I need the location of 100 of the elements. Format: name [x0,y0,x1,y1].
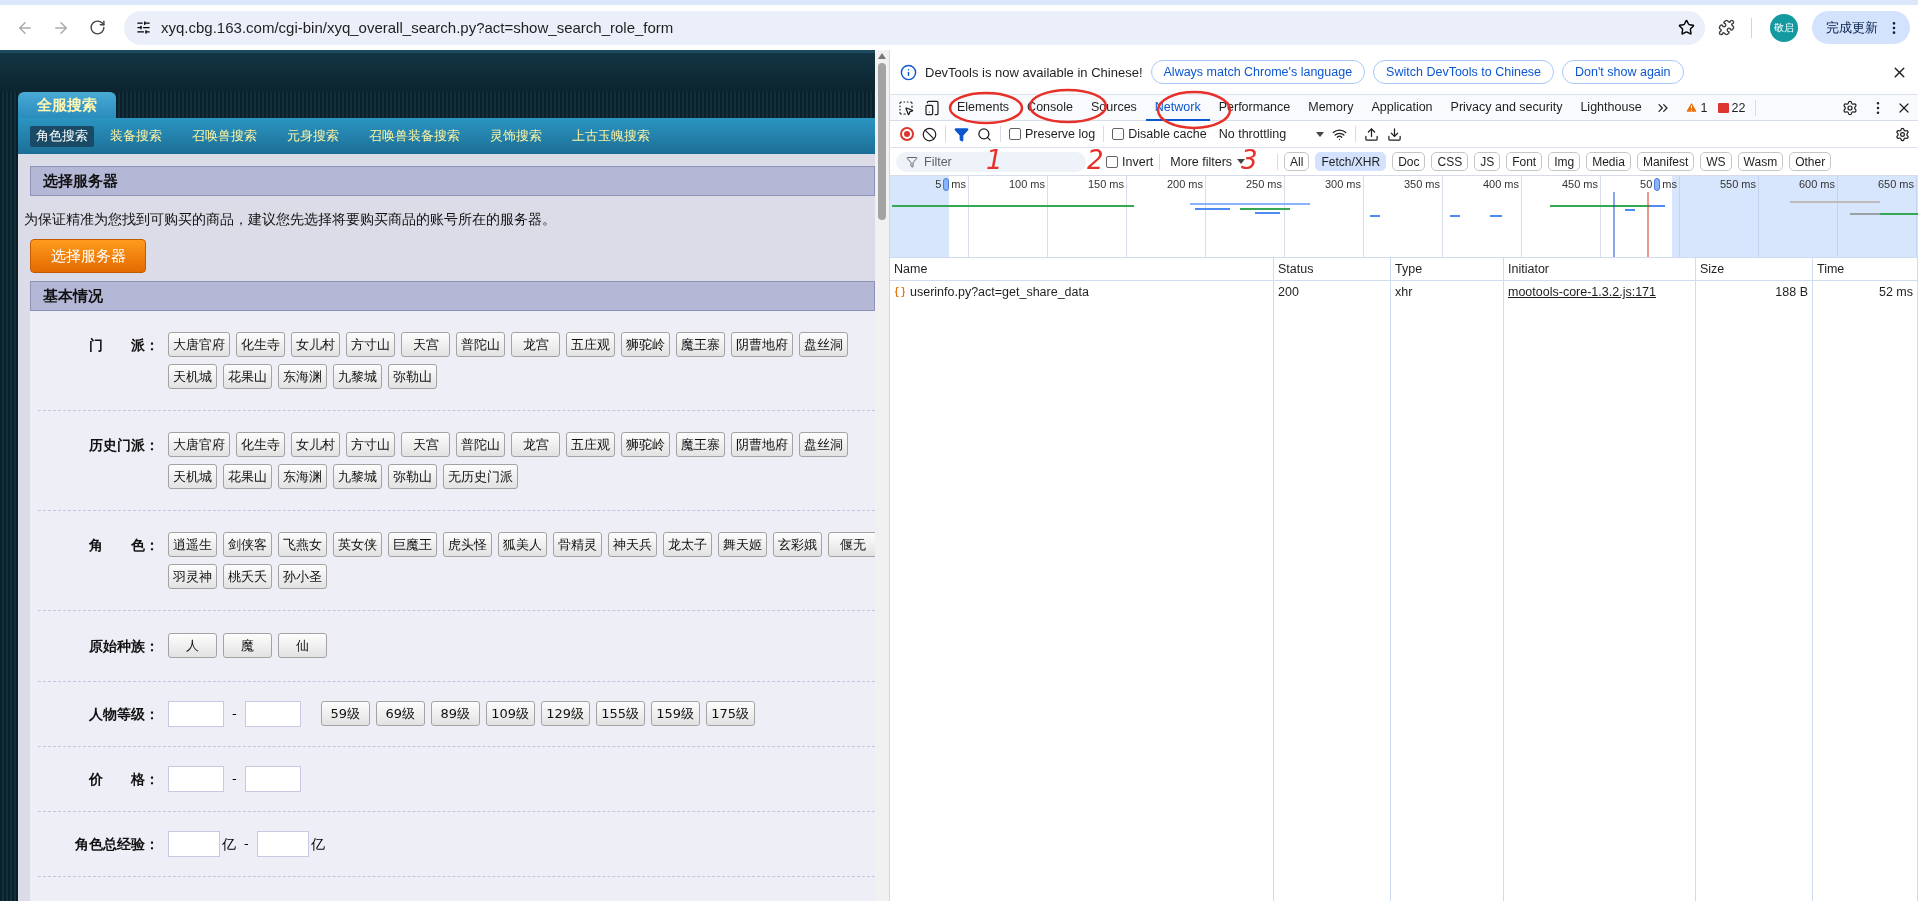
infobar-button[interactable]: Always match Chrome's language [1150,60,1366,84]
option-button[interactable]: 魔王寨 [676,332,725,357]
panel-tab[interactable]: Application [1362,94,1442,121]
option-button[interactable]: 龙宫 [511,432,560,457]
option-button[interactable]: 五庄观 [566,332,615,357]
option-button[interactable]: 孙小圣 [278,564,327,589]
option-button[interactable]: 大唐官府 [168,332,230,357]
type-filter-chip[interactable]: Wasm [1737,152,1784,171]
option-button[interactable]: 普陀山 [456,332,505,357]
input-field[interactable] [244,701,301,727]
level-button[interactable]: 175级 [705,701,755,726]
option-button[interactable]: 天宫 [401,432,450,457]
option-button[interactable]: 仙 [278,633,327,658]
option-button[interactable]: 阴曹地府 [731,432,793,457]
search-tab[interactable]: 上古玉魄搜索 [566,125,656,147]
inspect-icon[interactable] [898,99,914,116]
invert-checkbox[interactable]: Invert [1106,154,1154,169]
type-filter-chip[interactable]: All [1284,152,1310,171]
option-button[interactable]: 骨精灵 [553,532,602,557]
type-filter-chip[interactable]: Media [1586,152,1631,171]
option-button[interactable]: 剑侠客 [223,532,272,557]
panel-tab[interactable]: Elements [948,94,1019,121]
option-button[interactable]: 化生寺 [236,432,285,457]
option-button[interactable]: 魔 [223,633,272,658]
option-button[interactable]: 花果山 [223,464,272,489]
input-field[interactable] [168,701,224,727]
option-button[interactable]: 魔王寨 [676,432,725,457]
option-button[interactable]: 方寸山 [346,332,395,357]
option-button[interactable]: 五庄观 [566,432,615,457]
panel-tab[interactable]: Lighthouse [1571,94,1651,121]
option-button[interactable]: 人 [168,633,217,658]
option-button[interactable]: 普陀山 [456,432,505,457]
device-toolbar-icon[interactable] [924,99,940,116]
option-button[interactable]: 大唐官府 [168,432,230,457]
panel-tab[interactable]: Privacy and security [1441,94,1572,121]
type-filter-chip[interactable]: Other [1789,152,1832,171]
input-field[interactable] [244,766,301,792]
panel-tab[interactable]: Memory [1299,94,1363,121]
preserve-log-checkbox[interactable]: Preserve log [1009,127,1096,141]
option-button[interactable]: 狐美人 [498,532,547,557]
option-button[interactable]: 无历史门派 [443,464,518,489]
level-button[interactable]: 155级 [595,701,645,726]
column-header[interactable]: Type [1391,258,1504,281]
search-tab[interactable]: 角色搜索 [30,125,94,147]
option-button[interactable]: 盘丝洞 [799,432,848,457]
type-filter-chip[interactable]: JS [1474,152,1501,171]
option-button[interactable]: 狮驼岭 [621,332,670,357]
infobar-button[interactable]: Don't show again [1562,60,1684,84]
clear-icon[interactable] [922,126,937,142]
option-button[interactable]: 九黎城 [333,364,382,389]
input-field[interactable] [168,831,220,857]
disable-cache-checkbox[interactable]: Disable cache [1112,127,1207,141]
search-tab[interactable]: 召唤兽装备搜索 [363,125,466,147]
column-header[interactable]: Time [1813,258,1918,281]
option-button[interactable]: 龙宫 [511,332,560,357]
option-button[interactable]: 偃无 [828,532,875,557]
range-handle[interactable] [943,177,950,191]
type-filter-chip[interactable]: CSS [1431,152,1469,171]
error-icon[interactable] [1717,102,1729,113]
option-button[interactable]: 飞燕女 [278,532,327,557]
option-button[interactable]: 东海渊 [278,464,327,489]
column-header[interactable]: Name [890,258,1274,281]
search-tab[interactable]: 召唤兽搜索 [186,125,263,147]
search-tab[interactable]: 灵饰搜索 [484,125,548,147]
filter-icon[interactable] [954,126,969,142]
option-button[interactable]: 方寸山 [346,432,395,457]
throttling-dropdown[interactable]: No throttling [1218,127,1325,141]
option-button[interactable]: 英女侠 [333,532,382,557]
option-button[interactable]: 桃夭夭 [223,564,272,589]
bookmark-star-icon[interactable] [1678,19,1695,36]
settings-icon[interactable] [1842,99,1858,116]
initiator-link[interactable]: mootools-core-1.3.2.js:171 [1508,285,1656,299]
option-button[interactable]: 九黎城 [333,464,382,489]
option-button[interactable]: 阴曹地府 [731,332,793,357]
export-icon[interactable] [1387,126,1403,142]
table-cell[interactable]: userinfo.py?act=get_share_data [890,281,1274,303]
network-conditions-icon[interactable] [1332,126,1348,142]
level-button[interactable]: 59级 [320,701,370,726]
level-button[interactable]: 89级 [430,701,480,726]
option-button[interactable]: 龙太子 [663,532,712,557]
level-button[interactable]: 109级 [485,701,535,726]
option-button[interactable]: 花果山 [223,364,272,389]
import-icon[interactable] [1364,126,1380,142]
search-icon[interactable] [977,126,992,142]
settings-icon[interactable] [1895,126,1910,142]
option-button[interactable]: 狮驼岭 [621,432,670,457]
level-button[interactable]: 129级 [540,701,590,726]
type-filter-chip[interactable]: Img [1548,152,1581,171]
type-filter-chip[interactable]: Manifest [1636,152,1695,171]
option-button[interactable]: 盘丝洞 [799,332,848,357]
option-button[interactable]: 舞天姬 [718,532,767,557]
search-tab[interactable]: 装备搜索 [104,125,168,147]
record-button[interactable] [900,127,914,141]
option-button[interactable]: 弥勒山 [388,364,437,389]
column-header[interactable]: Size [1696,258,1813,281]
option-button[interactable]: 羽灵神 [168,564,217,589]
type-filter-chip[interactable]: Font [1506,152,1543,171]
option-button[interactable]: 弥勒山 [388,464,437,489]
option-button[interactable]: 女儿村 [291,432,340,457]
address-bar[interactable]: xyq.cbg.163.com/cgi-bin/xyq_overall_search.py?act=show_search_role_form [124,10,1705,45]
